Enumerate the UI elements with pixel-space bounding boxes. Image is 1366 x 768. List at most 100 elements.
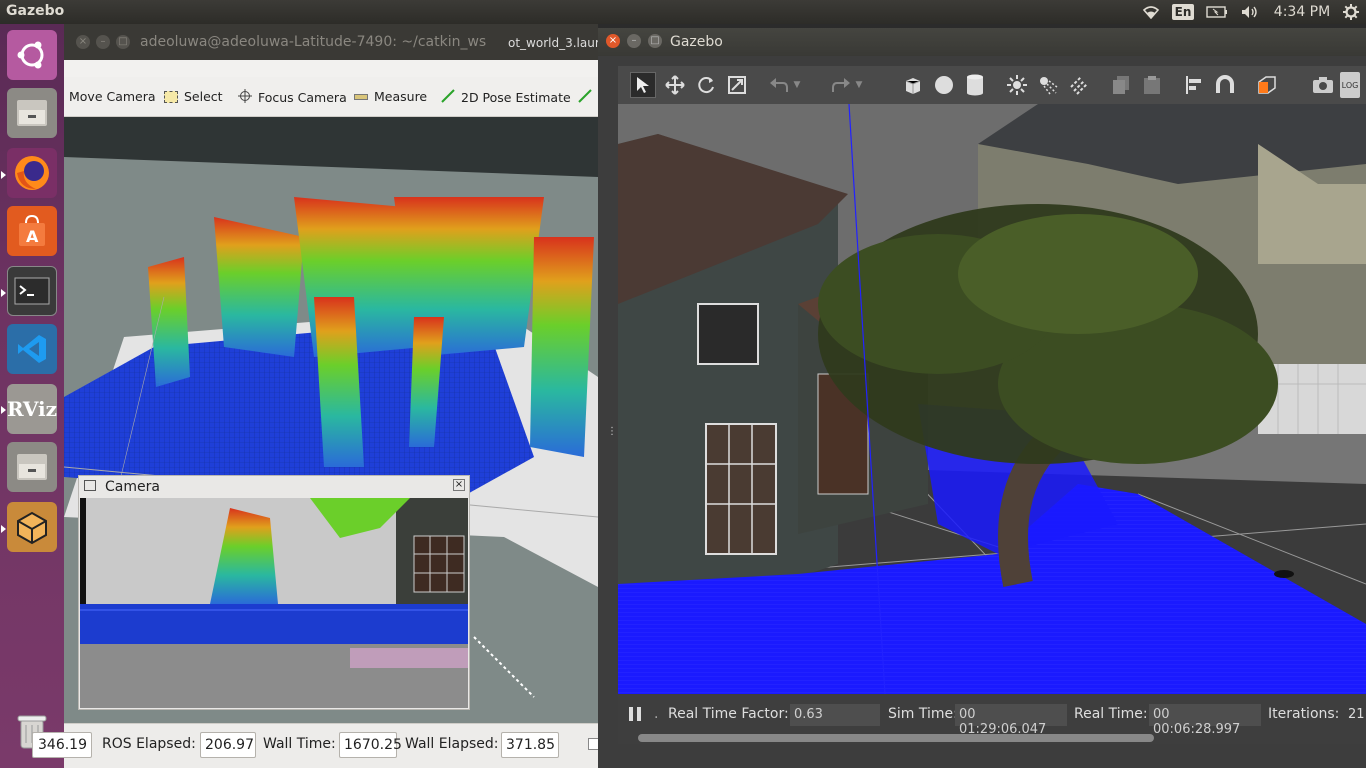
- wall-elapsed-label: Wall Elapsed:: [405, 736, 499, 752]
- battery-icon[interactable]: [1205, 2, 1229, 22]
- running-indicator: [1, 171, 6, 179]
- snap-magnet-icon[interactable]: [1212, 72, 1238, 98]
- sketchup-launcher-button[interactable]: [7, 502, 57, 552]
- horizontal-scrollbar[interactable]: [638, 734, 1154, 742]
- maximize-icon[interactable]: □: [116, 35, 130, 49]
- sim-time-label: Sim Time:: [888, 706, 958, 722]
- move-camera-label: Move Camera: [69, 89, 156, 104]
- log-label: LOG: [1341, 80, 1359, 90]
- point-light-icon[interactable]: [1004, 72, 1030, 98]
- directional-light-icon[interactable]: [1066, 72, 1092, 98]
- camera-panel: Camera ×: [78, 475, 470, 710]
- gazebo-time-panel: . Real Time Factor: 0.63 Sim Time: 00 01…: [618, 694, 1366, 744]
- select-tool[interactable]: Select: [164, 89, 223, 104]
- sphere-shape-icon[interactable]: [931, 72, 957, 98]
- pose-estimate-tool[interactable]: 2D Pose Estimate: [441, 89, 571, 106]
- clock[interactable]: 4:34 PM: [1272, 2, 1332, 22]
- camera-image: [80, 498, 468, 708]
- splitter-handle-icon[interactable]: ⋮: [607, 426, 617, 437]
- minimize-icon[interactable]: –: [96, 35, 110, 49]
- sim-time-field[interactable]: 00 01:29:06.047: [955, 704, 1067, 737]
- gazebo-3d-scene[interactable]: [618, 104, 1366, 694]
- redo-icon[interactable]: [828, 72, 854, 98]
- select-label: Select: [184, 89, 223, 104]
- close-icon[interactable]: ×: [606, 34, 620, 48]
- real-time-factor-label: Real Time Factor:: [668, 706, 789, 722]
- terminal-launcher-button[interactable]: [7, 266, 57, 316]
- files-launcher-button-2[interactable]: [7, 442, 57, 492]
- translate-mode-icon[interactable]: [662, 72, 688, 98]
- shopping-bag-icon: A: [19, 214, 45, 246]
- maximize-icon[interactable]: □: [648, 34, 662, 48]
- wall-elapsed-field[interactable]: 371.85: [501, 732, 559, 758]
- wifi-icon[interactable]: [1140, 2, 1162, 22]
- move-camera-tool[interactable]: Move Camera: [69, 89, 156, 104]
- wall-time-field[interactable]: 1670.25: [339, 732, 402, 758]
- ubuntu-dash-button[interactable]: [7, 30, 57, 80]
- pause-icon[interactable]: [628, 706, 642, 726]
- vscode-launcher-button[interactable]: [7, 324, 57, 374]
- rviz-toolbar: Move Camera Select Focus Camera Measure …: [64, 77, 598, 117]
- step-indicator: .: [654, 706, 659, 722]
- paste-icon[interactable]: [1139, 72, 1165, 98]
- gazebo-title-bar: × – □ Gazebo: [598, 28, 1366, 56]
- copy-icon[interactable]: [1108, 72, 1134, 98]
- align-icon[interactable]: [1181, 72, 1207, 98]
- ros-elapsed-field[interactable]: 206.97: [200, 732, 256, 758]
- focus-camera-label: Focus Camera: [258, 90, 347, 105]
- minimize-icon[interactable]: –: [627, 34, 641, 48]
- iterations-label: Iterations:: [1268, 706, 1340, 722]
- undo-history-chevron-icon[interactable]: ▼: [790, 72, 804, 98]
- scale-mode-icon[interactable]: [724, 72, 750, 98]
- gazebo-window-title: Gazebo: [670, 34, 723, 50]
- menu-strip: [64, 60, 598, 77]
- ros-time-field[interactable]: 346.19: [32, 732, 92, 758]
- undo-icon[interactable]: [766, 72, 792, 98]
- terminal-window-title: adeoluwa@adeoluwa-Latitude-7490: ~/catki…: [140, 34, 487, 50]
- rviz-launcher-button[interactable]: RViz: [7, 384, 57, 434]
- rviz-logo-text: RViz: [6, 397, 58, 421]
- close-icon[interactable]: ×: [76, 35, 90, 49]
- focus-camera-tool[interactable]: Focus Camera: [238, 89, 347, 106]
- launch-file-tab-title: ot_world_3.laur: [508, 36, 600, 50]
- real-time-field[interactable]: 00 00:06:28.997: [1149, 704, 1261, 737]
- volume-icon[interactable]: [1239, 2, 1261, 22]
- box-shape-icon[interactable]: [900, 72, 926, 98]
- select-box-icon: [164, 90, 178, 103]
- running-indicator: [1, 525, 6, 533]
- panel-icon: [84, 480, 96, 491]
- box-icon: [17, 511, 47, 545]
- keyboard-layout-indicator[interactable]: En: [1171, 2, 1195, 22]
- launcher: A RViz: [0, 24, 64, 768]
- file-cabinet-icon: [17, 100, 47, 126]
- close-icon[interactable]: ×: [453, 479, 465, 491]
- camera-panel-titlebar[interactable]: Camera ×: [79, 476, 469, 498]
- nav-goal-tool[interactable]: [578, 89, 598, 106]
- screenshot-camera-icon[interactable]: [1310, 72, 1336, 98]
- files-launcher-button[interactable]: [7, 88, 57, 138]
- measure-tool[interactable]: Measure: [354, 89, 427, 104]
- crosshair-icon: [238, 89, 252, 106]
- software-center-launcher-button[interactable]: A: [7, 206, 57, 256]
- rviz-time-panel: im 346.19 ROS Elapsed: 206.97 Wall Time:…: [32, 723, 600, 768]
- rotate-mode-icon[interactable]: [693, 72, 719, 98]
- panel-splitter[interactable]: ⋮: [598, 56, 618, 768]
- view-angle-icon[interactable]: [1254, 72, 1280, 98]
- settings-gear-icon[interactable]: [1340, 2, 1362, 22]
- gazebo-toolbar: ▼ ▼ LOG: [618, 66, 1366, 104]
- select-mode-arrow-icon[interactable]: [630, 72, 656, 98]
- active-app-title: Gazebo: [6, 3, 65, 19]
- top-panel: Gazebo En 4:34 PM: [0, 0, 1366, 24]
- iterations-field[interactable]: 21: [1344, 704, 1366, 726]
- vscode-icon: [18, 335, 46, 363]
- keyboard-layout-label: En: [1171, 4, 1195, 20]
- spot-light-icon[interactable]: [1035, 72, 1061, 98]
- real-time-factor-field[interactable]: 0.63: [790, 704, 880, 726]
- firefox-launcher-button[interactable]: [7, 148, 57, 198]
- ubuntu-logo-icon: [17, 41, 44, 69]
- green-arrow-icon: [441, 89, 455, 106]
- cylinder-shape-icon[interactable]: [962, 72, 988, 98]
- log-button[interactable]: LOG: [1340, 72, 1360, 98]
- ruler-icon: [354, 93, 368, 100]
- redo-history-chevron-icon[interactable]: ▼: [852, 72, 866, 98]
